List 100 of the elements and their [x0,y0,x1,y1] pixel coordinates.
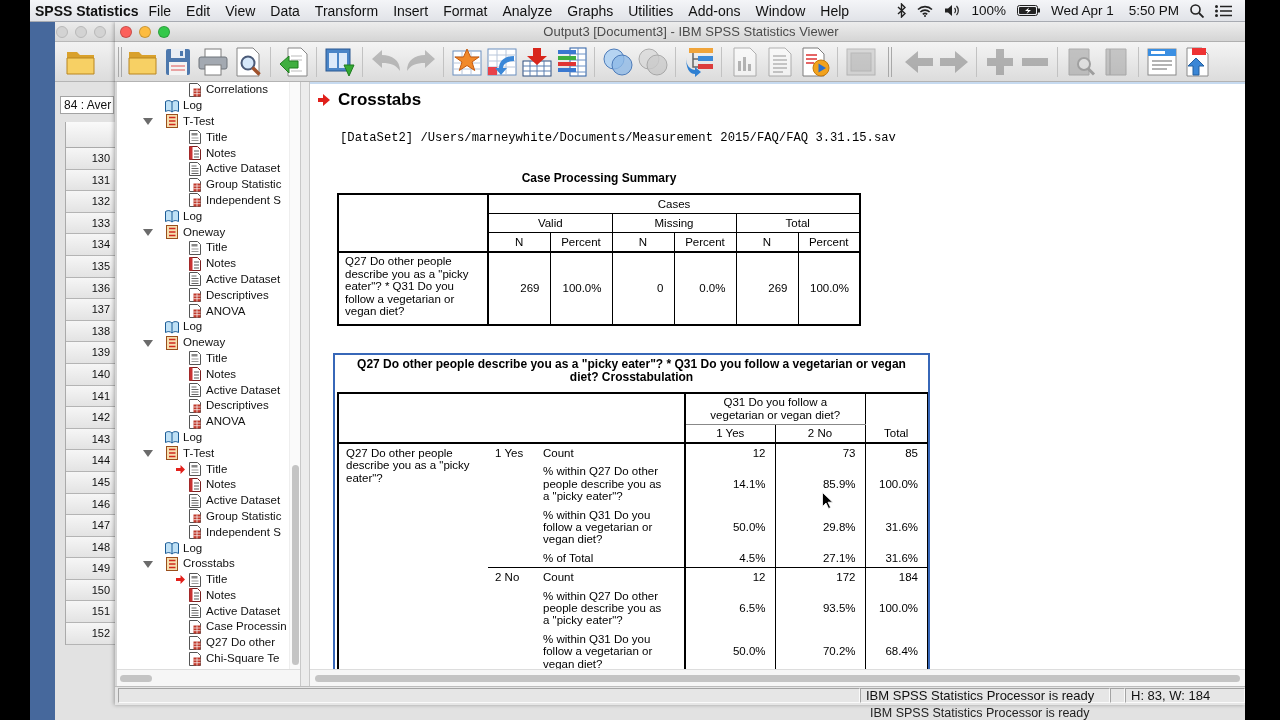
expand-triangle-icon[interactable] [143,337,153,348]
outline-item[interactable]: Title [206,573,228,587]
outline-item[interactable]: Active Dataset [206,162,281,176]
menu-bar-clock[interactable]: 5:50 PM [1128,3,1179,18]
scrollbar-thumb[interactable] [292,465,299,665]
outline-item[interactable]: Title [206,241,228,255]
bullet-list-icon[interactable] [1215,4,1232,17]
wifi-icon[interactable] [917,4,934,17]
expand-triangle-icon[interactable] [143,558,153,569]
notes-page-icon [188,256,202,271]
table-page-icon [188,398,202,413]
scrollbar-thumb[interactable] [120,674,152,682]
page-magnifier-icon[interactable] [233,46,263,77]
striped-table-icon[interactable] [557,46,587,77]
outline-item[interactable]: Log [183,541,203,555]
row-number: 151 [66,601,115,624]
menu-item[interactable]: Data [270,2,300,19]
outline-item[interactable]: Notes [206,257,237,271]
outline-item[interactable]: Notes [206,588,237,602]
grid-corner-cell[interactable] [66,122,115,148]
outline-item[interactable]: T-Test [183,115,215,128]
page-arrow-icon[interactable] [279,46,309,77]
outline-item[interactable]: Oneway [183,225,226,239]
speaker-icon[interactable] [944,4,961,17]
scrollbar-thumb[interactable] [315,674,1240,682]
tree-list-icon[interactable] [684,46,714,77]
dataset-path: [DataSet2] /Users/marneywhite/Documents/Measurement 2015/FAQ/FAQ 3.31.15.sav [340,130,896,146]
page-header-icon[interactable] [1147,46,1177,77]
overlapping-circles-icon[interactable] [603,46,633,77]
menu-item[interactable]: Transform [314,2,379,19]
text-page-icon [188,272,202,287]
table-title: Case Processing Summary [521,170,677,186]
table-cell: 184 [865,567,928,587]
menu-item[interactable]: Insert [393,2,429,19]
outline-item[interactable]: Case Processin [206,620,287,634]
outline-item[interactable]: Title [206,462,228,476]
outline-item[interactable]: Descriptives [206,399,269,413]
menu-item[interactable]: View [225,2,256,19]
menu-item[interactable]: Edit [186,2,211,19]
table-down-arrow-icon[interactable] [522,46,552,77]
menu-item[interactable]: Window [755,2,806,19]
table-page-icon [188,509,202,524]
outline-item[interactable]: Group Statistic [206,509,282,523]
open-book-icon [165,98,179,113]
columns-arrow-icon[interactable] [325,46,355,77]
outline-item[interactable]: T-Test [183,446,215,460]
outline-item[interactable]: Active Dataset [206,272,281,286]
outline-item[interactable]: Oneway [183,336,226,350]
menu-item[interactable]: Format [443,2,488,19]
row-number: 139 [66,342,115,364]
search-icon[interactable] [1190,3,1204,18]
outline-item[interactable]: Title [206,351,228,365]
app-menu[interactable]: SPSS Statistics [35,2,139,19]
row-number: 147 [66,515,115,537]
outline-item[interactable]: Active Dataset [206,383,281,397]
outline-item[interactable]: Crosstabs [183,557,235,571]
expand-triangle-icon[interactable] [143,448,153,459]
outline-item[interactable]: Log [183,430,203,444]
outline-item[interactable]: Log [183,320,203,334]
menu-item[interactable]: Help [820,2,850,19]
outline-item[interactable]: Log [183,99,203,113]
menu-item[interactable]: Graphs [567,2,614,19]
outline-item[interactable]: Independent S [206,193,281,207]
table-title: Q27 Do other people describe you as a "picky eater"? * Q31 Do you follow a vegetarian or vegan diet? Crosstabulation [356,357,907,384]
outline-item[interactable]: Correlations [206,83,268,97]
expand-triangle-icon[interactable] [143,227,153,238]
table-page-icon [188,620,202,634]
menu-item[interactable]: File [148,2,172,19]
outline-item[interactable]: Active Dataset [206,494,281,508]
outline-item[interactable]: Notes [206,367,237,381]
printer-icon[interactable] [198,46,228,77]
outline-item[interactable]: Log [183,209,203,223]
table-arrow-icon[interactable] [487,46,517,77]
bluetooth-icon[interactable] [897,3,907,18]
outline-item[interactable]: Group Statistic [206,178,282,192]
expand-triangle-icon[interactable] [143,116,153,127]
outline-item[interactable]: Title [206,130,228,144]
battery-icon[interactable] [1016,5,1040,16]
outline-item[interactable]: Notes [206,146,237,160]
outline-item[interactable]: Independent S [206,525,281,539]
outline-item[interactable]: Notes [206,478,237,492]
menu-item[interactable]: Add-ons [688,2,741,19]
outline-item[interactable]: Descriptives [206,288,269,302]
page-play-icon[interactable] [800,46,830,77]
table-cell: 85 [865,442,928,463]
column-header: N [612,232,674,252]
star-table-icon[interactable] [452,46,482,77]
outline-item[interactable]: Chi-Square Te [206,652,280,666]
mouse-pointer-icon [822,492,833,509]
outline-item[interactable]: ANOVA [206,415,246,429]
menu-item[interactable]: Utilities [628,2,674,19]
outline-item[interactable]: Active Dataset [206,604,281,618]
table-cell: 31.6% [865,505,928,549]
outline-item[interactable]: ANOVA [206,304,246,318]
cell-reference-field[interactable]: 84 : Aver [60,96,114,114]
menu-item[interactable]: Analyze [502,2,553,19]
table-page-icon [188,635,202,650]
text-page-icon [188,493,202,508]
menu-bar-date[interactable]: Wed Apr 1 [1050,3,1114,18]
outline-item[interactable]: Q27 Do other [206,636,276,650]
